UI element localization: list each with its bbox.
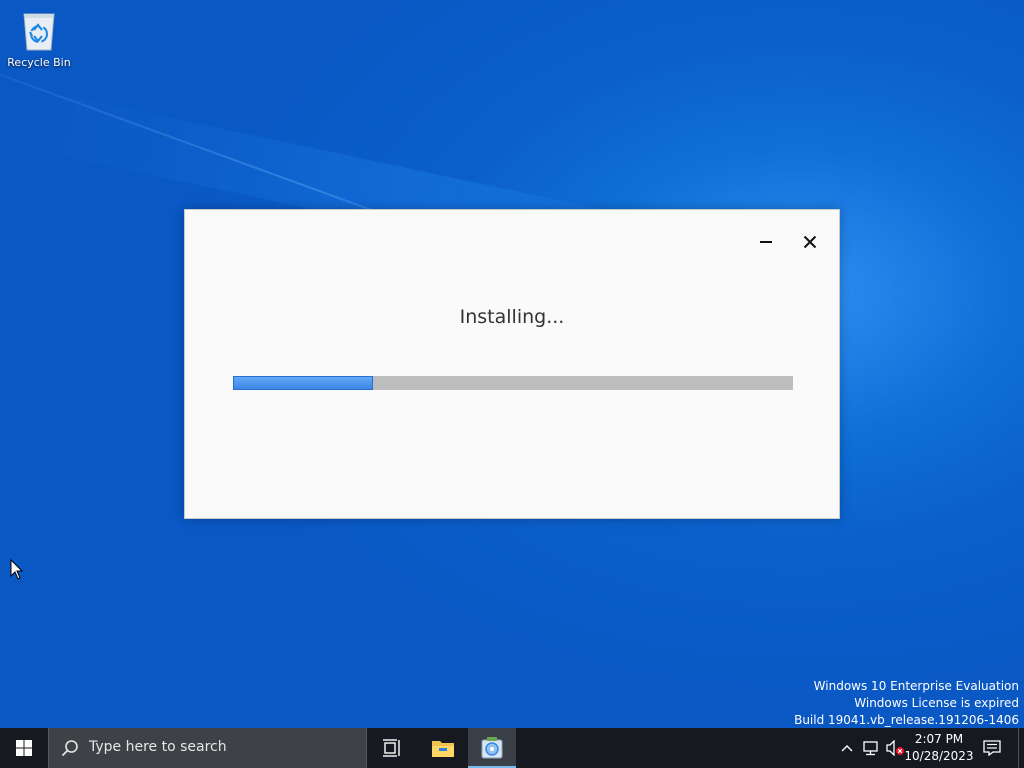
start-button[interactable] [0, 728, 48, 768]
installer-taskbar-button[interactable] [468, 728, 516, 768]
watermark-license: Windows License is expired [854, 696, 1019, 710]
minimize-icon [760, 241, 772, 243]
search-icon [61, 740, 78, 757]
task-view-button[interactable] [369, 728, 415, 768]
network-icon [863, 741, 878, 756]
show-hidden-icons-button[interactable] [838, 728, 856, 768]
windows-watermark: Windows 10 Enterprise Evaluation Windows… [794, 678, 1019, 729]
installer-app-icon [481, 737, 503, 759]
taskbar: Type here to search 2:07 PM 10/28/2023 [0, 728, 1024, 768]
file-explorer-button[interactable] [420, 728, 466, 768]
close-button[interactable] [795, 228, 825, 256]
close-icon [803, 235, 817, 249]
notifications-icon [983, 740, 1001, 756]
volume-muted-icon [886, 740, 904, 756]
search-placeholder: Type here to search [89, 739, 227, 755]
network-button[interactable] [860, 728, 882, 768]
recycle-bin-label: Recycle Bin [7, 56, 71, 69]
show-desktop-button[interactable] [1018, 728, 1024, 768]
mouse-cursor-icon [10, 558, 24, 585]
task-view-icon [383, 739, 400, 757]
chevron-up-icon [841, 745, 853, 752]
clock-date: 10/28/2023 [904, 749, 974, 763]
install-progress-fill [233, 376, 373, 390]
clock-time: 2:07 PM [914, 732, 964, 746]
volume-button[interactable] [884, 728, 906, 768]
file-explorer-icon [432, 741, 454, 757]
windows-start-icon [16, 740, 32, 756]
watermark-build: Build 19041.vb_release.191206-1406 [794, 713, 1019, 727]
taskbar-search-box[interactable]: Type here to search [48, 728, 367, 768]
install-progress-bar [233, 376, 793, 390]
minimize-button[interactable] [751, 228, 781, 256]
recycle-bin-desktop-icon[interactable]: Recycle Bin [4, 6, 74, 69]
install-status-text: Installing... [459, 306, 565, 328]
recycle-bin-icon [20, 8, 58, 52]
taskbar-clock[interactable]: 2:07 PM 10/28/2023 [904, 731, 974, 765]
installer-dialog: Installing... [184, 209, 840, 519]
action-center-button[interactable] [976, 728, 1008, 768]
watermark-edition: Windows 10 Enterprise Evaluation [813, 679, 1019, 693]
